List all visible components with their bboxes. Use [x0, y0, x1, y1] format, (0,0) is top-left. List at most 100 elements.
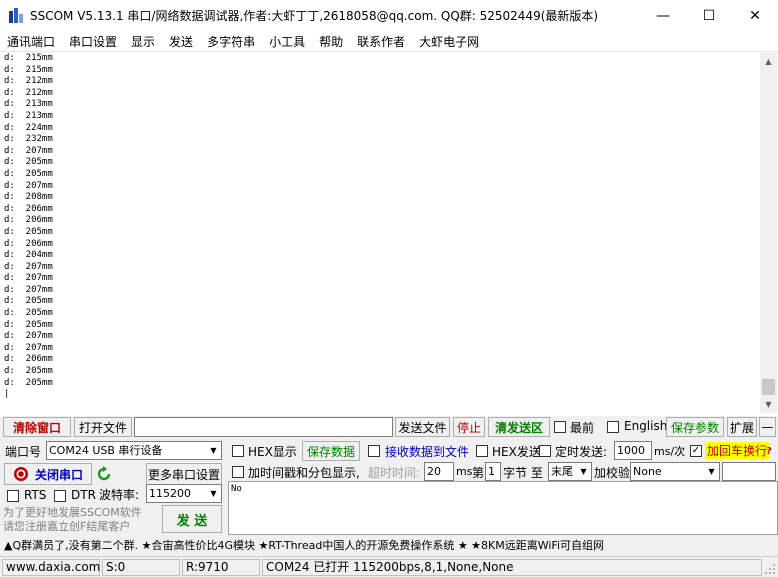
port-select[interactable]: COM24 USB 串行设备 ▼ — [46, 441, 222, 460]
send-button[interactable]: 发 送 — [162, 505, 222, 533]
rts-label: RTS — [24, 488, 47, 502]
port-label: 端口号 — [5, 445, 42, 459]
open-file-button[interactable]: 打开文件 — [74, 417, 132, 437]
receive-line: d: 206mm — [4, 354, 53, 365]
byte-end-select[interactable]: 末尾 ▼ — [548, 462, 592, 481]
minimize-button[interactable]: — — [640, 0, 686, 31]
port-status: COM24 已打开 115200bps,8,1,None,None — [262, 559, 762, 576]
receive-line: d: 208mm — [4, 192, 53, 203]
receive-line: d: 204mm — [4, 250, 53, 261]
promo-text[interactable]: 为了更好地发展SSCOM软件 请您注册嘉立创F结尾客户 — [3, 506, 142, 534]
menu-item-daxia[interactable]: 大虾电子网 — [412, 33, 486, 50]
topmost-label: 最前 — [570, 421, 595, 435]
menu-item-display[interactable]: 显示 — [124, 33, 162, 50]
baud-select[interactable]: 115200 ▼ — [146, 484, 222, 503]
english-label: English — [624, 419, 668, 433]
receive-line: d: 207mm — [4, 331, 53, 342]
timeout-label: 超时时间: — [368, 466, 421, 480]
interval-input[interactable]: 1000 — [614, 441, 652, 460]
received-count: R:9710 — [182, 559, 260, 576]
save-params-button[interactable]: 保存参数 — [666, 417, 724, 437]
rts-checkbox[interactable] — [7, 490, 19, 502]
hex-send-checkbox[interactable] — [476, 445, 488, 457]
receive-line: d: 205mm — [4, 377, 53, 388]
receive-line: d: 206mm — [4, 238, 53, 249]
baud-select-value: 115200 — [149, 487, 191, 500]
chevron-down-icon: ▼ — [704, 463, 719, 480]
site-link[interactable]: www.daxia.com — [2, 559, 100, 576]
dtr-checkbox[interactable] — [54, 490, 66, 502]
dtr-label: DTR — [71, 488, 96, 502]
append-newline-checkbox[interactable]: ✓ — [690, 445, 702, 457]
receive-scrollbar[interactable]: ▲ ▼ — [760, 53, 777, 413]
clear-window-button[interactable]: 清除窗口 — [3, 417, 71, 437]
menu-item-help[interactable]: 帮助 — [312, 33, 350, 50]
receive-line: d: 207mm — [4, 261, 53, 272]
timestamp-checkbox[interactable] — [232, 466, 244, 478]
timeout-unit: ms — [456, 465, 473, 478]
collapse-button[interactable]: — — [759, 417, 776, 437]
send-file-button[interactable]: 发送文件 — [395, 417, 450, 437]
receive-line: d: 205mm — [4, 366, 53, 377]
recv-to-file-button[interactable]: 接收数据到文件 — [384, 441, 470, 461]
append-newline-label[interactable]: 加回车换行 — [705, 442, 770, 459]
save-data-button[interactable]: 保存数据 — [302, 441, 360, 461]
receive-line: d: 206mm — [4, 203, 53, 214]
menu-item-send[interactable]: 发送 — [162, 33, 200, 50]
menu-item-multi-string[interactable]: 多字符串 — [200, 33, 262, 50]
receive-line: d: 207mm — [4, 342, 53, 353]
receive-line: d: 232mm — [4, 134, 53, 145]
scroll-down-icon[interactable]: ▼ — [760, 396, 777, 413]
promo-marquee[interactable]: ▲Q群满员了,没有第二个群. ★合宙高性价比4G模块 ★RT-Thread中国人… — [0, 536, 778, 556]
recv-to-file-checkbox[interactable] — [368, 445, 380, 457]
menu-item-port[interactable]: 通讯端口 — [0, 33, 62, 50]
checksum-label: 加校验 — [594, 466, 631, 480]
stop-button[interactable]: 停止 — [453, 417, 485, 437]
file-path-input[interactable] — [134, 417, 393, 437]
refresh-icon[interactable] — [96, 466, 112, 482]
byte-to-label: 字节 至 — [503, 466, 543, 480]
receive-line: d: 212mm — [4, 87, 53, 98]
hex-send-label: HEX发送 — [492, 445, 541, 459]
resize-grip-icon[interactable] — [764, 563, 776, 575]
more-settings-button[interactable]: 更多串口设置 — [146, 463, 222, 485]
receive-line: d: 215mm — [4, 64, 53, 75]
topmost-checkbox[interactable] — [554, 421, 566, 433]
menu-item-contact[interactable]: 联系作者 — [350, 33, 412, 50]
timeout-input[interactable]: 20 — [424, 462, 454, 481]
timestamp-label: 加时间戳和分包显示, — [248, 466, 360, 480]
timed-send-checkbox[interactable] — [539, 445, 551, 457]
timed-send-label: 定时发送: — [555, 445, 608, 459]
menu-item-serial-settings[interactable]: 串口设置 — [62, 33, 124, 50]
receive-line: d: 205mm — [4, 168, 53, 179]
byte-from-input[interactable]: 1 — [485, 462, 501, 481]
receive-line: d: 207mm — [4, 145, 53, 156]
sent-count: S:0 — [102, 559, 180, 576]
clear-send-button[interactable]: 清发送区 — [488, 417, 550, 437]
help-question-icon[interactable]: ? — [766, 446, 772, 457]
app-icon — [8, 7, 24, 24]
receive-area[interactable]: d: 215mm d: 215mm d: 212mm d: 212mm d: 213mm… — [0, 53, 760, 413]
receive-line: d: 205mm — [4, 308, 53, 319]
extra-input[interactable] — [722, 462, 776, 481]
scroll-thumb[interactable] — [762, 379, 775, 395]
receive-line: d: 205mm — [4, 296, 53, 307]
text-cursor: | — [4, 389, 10, 400]
port-select-value: COM24 USB 串行设备 — [49, 444, 163, 457]
menu-item-tools[interactable]: 小工具 — [262, 33, 312, 50]
send-textarea[interactable]: No — [228, 481, 778, 535]
checksum-select[interactable]: None ▼ — [630, 462, 720, 481]
chevron-down-icon: ▼ — [576, 463, 591, 480]
maximize-button[interactable]: ☐ — [686, 0, 732, 31]
receive-line: d: 207mm — [4, 180, 53, 191]
window-title: SSCOM V5.13.1 串口/网络数据调试器,作者:大虾丁丁,2618058… — [30, 9, 599, 23]
title-bar: SSCOM V5.13.1 串口/网络数据调试器,作者:大虾丁丁,2618058… — [0, 0, 778, 31]
scroll-up-icon[interactable]: ▲ — [760, 53, 777, 70]
close-port-button[interactable]: 关闭串口 — [4, 463, 92, 485]
english-checkbox[interactable] — [607, 421, 619, 433]
close-button[interactable]: ✕ — [732, 0, 778, 31]
hex-display-checkbox[interactable] — [232, 445, 244, 457]
receive-line: d: 206mm — [4, 215, 53, 226]
power-off-icon — [13, 467, 28, 481]
expand-button[interactable]: 扩展 — [727, 417, 757, 437]
